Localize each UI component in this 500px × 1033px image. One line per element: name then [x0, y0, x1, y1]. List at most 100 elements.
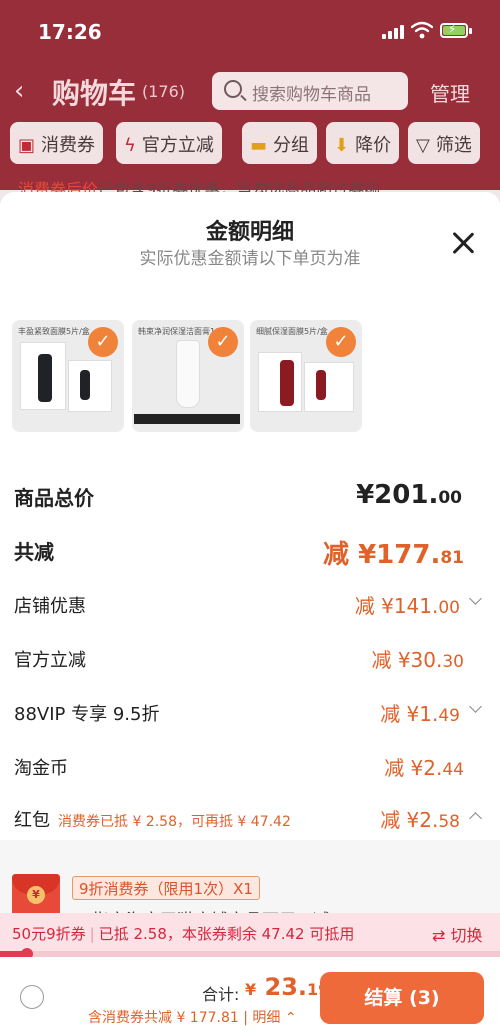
filter-label: 消费券: [41, 135, 96, 156]
subtotal-row: 商品总价 ¥201.00: [0, 476, 500, 516]
product-thumbnail[interactable]: 丰盈紧致面膜5片/盒 ✓: [12, 320, 124, 432]
filter-chip-coupon[interactable]: ▣ 消费券: [10, 122, 104, 164]
store-discount-cents: 00: [438, 598, 460, 618]
cart-navbar: ‹ 购物车 (176) 搜索购物车商品 管理: [0, 68, 500, 112]
back-icon[interactable]: ‹: [14, 76, 24, 106]
coupon-balance-text: 50元9折券 | 已抵 2.58，本张券剩余 47.42 可抵用: [12, 925, 355, 943]
sum-label: 合计:: [202, 985, 240, 1004]
filter-chip-filter[interactable]: ▽ 筛选: [408, 122, 480, 164]
total-discount-row: 共减 减 ¥177.81: [0, 530, 500, 570]
manage-button[interactable]: 管理: [430, 78, 470, 107]
cart-count: (176): [142, 82, 186, 101]
cart-search-input[interactable]: 搜索购物车商品: [212, 72, 408, 110]
filter-label: 降价: [355, 135, 392, 156]
discount-detail-link[interactable]: 含消费券共减 ¥ 177.81 | 明细 ⌃: [88, 1007, 297, 1027]
filter-chip-price-drop[interactable]: ⬇ 降价: [326, 122, 400, 164]
official-discount-row: 官方立减 减 ¥30.30: [0, 640, 500, 680]
chevron-up-icon: [470, 810, 482, 822]
redbag-note: 消费券已抵 ¥ 2.58，可再抵 ¥ 47.42: [58, 814, 291, 830]
redbag-label: 红包 消费券已抵 ¥ 2.58，可再抵 ¥ 47.42: [14, 806, 291, 832]
close-icon[interactable]: [450, 230, 476, 256]
status-time: 17:26: [38, 20, 102, 44]
status-bar: 17:26 ⚡: [0, 0, 500, 60]
sum-value: ¥ 23.19: [245, 973, 329, 1001]
coupon-balance: 已抵 2.58，本张券剩余 47.42 可抵用: [98, 925, 355, 943]
filter-label: 官方立减: [141, 135, 214, 156]
product-bottle-image: [280, 360, 294, 406]
search-icon: [224, 80, 242, 98]
lightning-icon: ϟ: [124, 135, 136, 156]
subtotal-cents: 00: [438, 488, 462, 508]
product-bottle-image: [38, 354, 52, 402]
product-tube-image: [176, 340, 200, 408]
chevron-down-icon: [470, 596, 482, 608]
coins-discount-cents: 44: [442, 760, 464, 780]
sheet-subtitle: 实际优惠金额请以下单页为准: [139, 249, 361, 269]
total-discount-label: 共减: [14, 540, 54, 564]
product-bottle-image: [80, 370, 90, 400]
vip-discount-row[interactable]: 88VIP 专享 9.5折 减 ¥1.49: [0, 694, 500, 734]
product-caption: 丰盈紧致面膜5片/盒: [18, 327, 90, 336]
official-discount-label: 官方立减: [14, 650, 86, 671]
coins-discount-row: 淘金币 减 ¥2.44: [0, 748, 500, 788]
official-discount-main: 减 ¥30.: [371, 648, 443, 672]
switch-coupon-button[interactable]: ⇄ 切换: [432, 922, 483, 946]
vip-discount-cents: 49: [438, 706, 460, 726]
checkmark-icon: ✓: [326, 327, 356, 357]
product-thumbnail[interactable]: 细腻保湿面膜5片/盒 ✓: [250, 320, 362, 432]
coins-discount-value: 减 ¥2.44: [384, 752, 464, 781]
filter-row: ▣ 消费券 ϟ 官方立减 ▬ 分组 ⬇ 降价 ▽ 筛选: [0, 122, 500, 168]
select-all-checkbox[interactable]: [20, 985, 44, 1009]
price-detail-sheet: 金额明细 实际优惠金额请以下单页为准 丰盈紧致面膜5片/盒 ✓ 韩束净润保湿洁面…: [0, 192, 500, 1033]
sum-main: 23.: [264, 973, 308, 1001]
coupon-icon: ▣: [18, 135, 36, 156]
total-discount-main: 减 ¥177.: [323, 540, 441, 570]
filter-icon: ▽: [416, 135, 430, 156]
coins-discount-label: 淘金币: [14, 758, 68, 779]
coupon-name: 50元9折券: [12, 925, 86, 943]
checkmark-icon: ✓: [208, 327, 238, 357]
signal-icon: [382, 25, 406, 39]
product-label-band: [134, 414, 240, 424]
product-caption: 细腻保湿面膜5片/盒: [256, 327, 328, 336]
vip-discount-main: 减 ¥1.: [380, 702, 439, 726]
product-pack-image: [304, 362, 354, 412]
vip-discount-value: 减 ¥1.49: [380, 698, 460, 727]
filter-chip-official[interactable]: ϟ 官方立减: [116, 122, 222, 164]
bottom-bar: 合计: ¥ 23.19 含消费券共减 ¥ 177.81 | 明细 ⌃ 结算 (3…: [0, 957, 500, 1033]
subtotal-main: ¥201.: [356, 480, 439, 510]
store-discount-label: 店铺优惠: [14, 596, 86, 617]
coins-discount-main: 减 ¥2.: [384, 756, 443, 780]
total-discount-value: 减 ¥177.81: [323, 534, 464, 571]
search-placeholder: 搜索购物车商品: [252, 85, 371, 105]
wifi-icon: [411, 21, 433, 39]
subtotal-label: 商品总价: [14, 486, 94, 510]
redbag-discount-value: 减 ¥2.58: [380, 804, 460, 833]
filter-label: 筛选: [435, 135, 472, 156]
filter-label: 分组: [273, 135, 310, 156]
switch-label: 切换: [450, 926, 483, 945]
redbag-discount-main: 减 ¥2.: [380, 808, 439, 832]
product-bottle-image: [316, 370, 326, 400]
redbag-discount-cents: 58: [438, 812, 460, 832]
store-discount-main: 减 ¥141.: [354, 594, 439, 618]
battery-icon: ⚡: [440, 22, 468, 38]
store-discount-value: 减 ¥141.00: [355, 590, 460, 619]
redbag-discount-row[interactable]: 红包 消费券已抵 ¥ 2.58，可再抵 ¥ 47.42 减 ¥2.58: [0, 800, 500, 840]
coupon-tag: 9折消费券（限用1次）X1: [72, 876, 260, 900]
chevron-down-icon: [470, 704, 482, 716]
sheet-title: 金额明细: [205, 220, 294, 245]
battery-tip: [469, 28, 472, 34]
checkmark-icon: ✓: [88, 327, 118, 357]
total-discount-cents: 81: [440, 548, 464, 568]
checkout-button[interactable]: 结算 (3): [320, 972, 484, 1024]
redbag-title: 红包: [14, 810, 50, 831]
coupon-icon-symbol: ¥: [27, 886, 45, 904]
product-thumbnail[interactable]: 韩束净润保湿洁面膏100 ✓: [132, 320, 244, 432]
official-discount-cents: 30: [442, 652, 464, 672]
store-discount-row[interactable]: 店铺优惠 减 ¥141.00: [0, 586, 500, 626]
filter-chip-group[interactable]: ▬ 分组: [242, 122, 318, 164]
folder-icon: ▬: [250, 135, 268, 156]
vip-discount-label: 88VIP 专享 9.5折: [14, 704, 160, 725]
down-arrow-icon: ⬇: [334, 135, 350, 156]
